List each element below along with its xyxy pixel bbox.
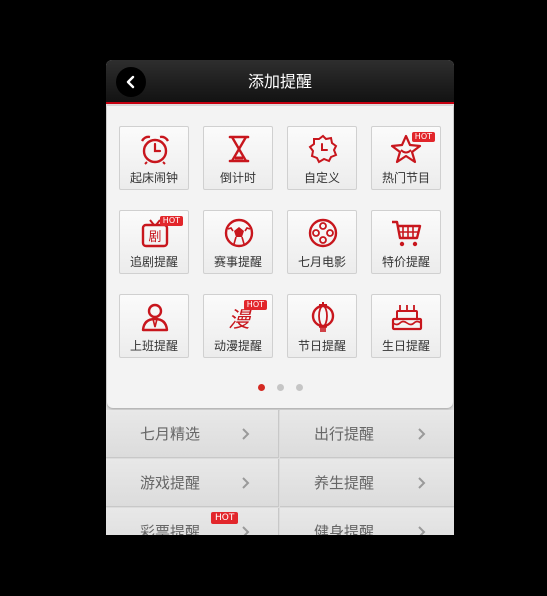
tile-label: 追剧提醒 <box>129 255 178 269</box>
menu-item-label: 七月精选 <box>140 425 201 443</box>
chevron-right-icon <box>418 428 426 440</box>
film-reel-icon <box>308 218 338 248</box>
hot-badge: HOT <box>411 132 435 142</box>
page-indicator <box>107 384 453 391</box>
tile-label: 倒计时 <box>219 171 256 185</box>
tile-july-movies[interactable]: 七月电影 <box>287 210 357 274</box>
tile-label: 赛事提醒 <box>213 255 262 269</box>
tile-sale[interactable]: 特价提醒 <box>371 210 441 274</box>
hourglass-icon <box>228 135 250 163</box>
worker-icon <box>141 303 169 332</box>
tile-custom[interactable]: 自定义 <box>287 126 357 190</box>
menu-item-label: 彩票提醒 <box>140 523 201 535</box>
tile-wake-alarm[interactable]: 起床闹钟 <box>119 126 189 190</box>
menu-item-label: 养生提醒 <box>314 474 375 492</box>
tile-anime[interactable]: 漫 HOT 动漫提醒 <box>203 294 273 358</box>
svg-text:剧: 剧 <box>148 230 161 245</box>
tile-hot-shows[interactable]: HOT 热门节目 <box>371 126 441 190</box>
menu-row: 彩票提醒 HOT 健身提醒 <box>106 508 454 535</box>
page-dot-active[interactable] <box>257 384 265 391</box>
menu-row: 七月精选 出行提醒 <box>106 410 454 458</box>
top-bar: 添加提醒 <box>106 60 454 104</box>
chevron-right-icon <box>418 477 426 489</box>
shopping-cart-icon <box>392 220 422 247</box>
menu-item-games[interactable]: 游戏提醒 <box>106 459 279 507</box>
tile-drama[interactable]: 剧 HOT 追剧提醒 <box>119 210 189 274</box>
chevron-right-icon <box>242 477 250 489</box>
tile-label: 生日提醒 <box>381 339 430 353</box>
tile-label: 起床闹钟 <box>129 171 178 185</box>
custom-clock-icon <box>308 134 338 164</box>
title-underline <box>106 102 454 104</box>
tile-label: 动漫提醒 <box>213 339 262 353</box>
menu-item-label: 健身提醒 <box>314 523 375 535</box>
tile-countdown[interactable]: 倒计时 <box>203 126 273 190</box>
soccer-ball-icon <box>224 218 254 248</box>
menu-item-lottery[interactable]: 彩票提醒 HOT <box>106 508 279 535</box>
reminder-grid-panel: 起床闹钟 倒计时 自定义 HOT 热门节目 剧 HOT 追剧提醒 赛事提醒 七月… <box>107 106 453 408</box>
menu-item-label: 出行提醒 <box>314 425 375 443</box>
page-title: 添加提醒 <box>247 72 312 91</box>
menu-item-july-picks[interactable]: 七月精选 <box>106 410 279 458</box>
tile-label: 自定义 <box>303 171 340 185</box>
app-screen: 添加提醒 起床闹钟 倒计时 自定义 HOT 热门节目 剧 HOT 追剧提醒 赛事… <box>106 60 454 535</box>
svg-text:漫: 漫 <box>228 308 252 333</box>
tile-label: 热门节目 <box>381 171 430 185</box>
chevron-right-icon <box>242 428 250 440</box>
tile-label: 上班提醒 <box>129 339 178 353</box>
chevron-right-icon <box>242 526 250 535</box>
menu-item-fitness[interactable]: 健身提醒 <box>280 508 454 535</box>
tile-festival[interactable]: 节日提醒 <box>287 294 357 358</box>
tile-sports[interactable]: 赛事提醒 <box>203 210 273 274</box>
alarm-clock-icon <box>140 135 170 165</box>
birthday-cake-icon <box>391 305 423 331</box>
menu-item-label: 游戏提醒 <box>140 474 201 492</box>
hot-badge: HOT <box>243 300 267 310</box>
tile-label: 特价提醒 <box>381 255 430 269</box>
hot-badge: HOT <box>211 512 239 524</box>
menu-row: 游戏提醒 养生提醒 <box>106 459 454 507</box>
tile-label: 七月电影 <box>297 255 346 269</box>
tile-work[interactable]: 上班提醒 <box>119 294 189 358</box>
tile-birthday[interactable]: 生日提醒 <box>371 294 441 358</box>
tile-label: 节日提醒 <box>297 339 346 353</box>
page-dot[interactable] <box>295 384 303 391</box>
lantern-icon <box>311 302 335 332</box>
menu-item-travel[interactable]: 出行提醒 <box>280 410 454 458</box>
menu-item-health[interactable]: 养生提醒 <box>280 459 454 507</box>
hot-badge: HOT <box>159 216 183 226</box>
chevron-right-icon <box>418 526 426 535</box>
page-dot[interactable] <box>276 384 284 391</box>
